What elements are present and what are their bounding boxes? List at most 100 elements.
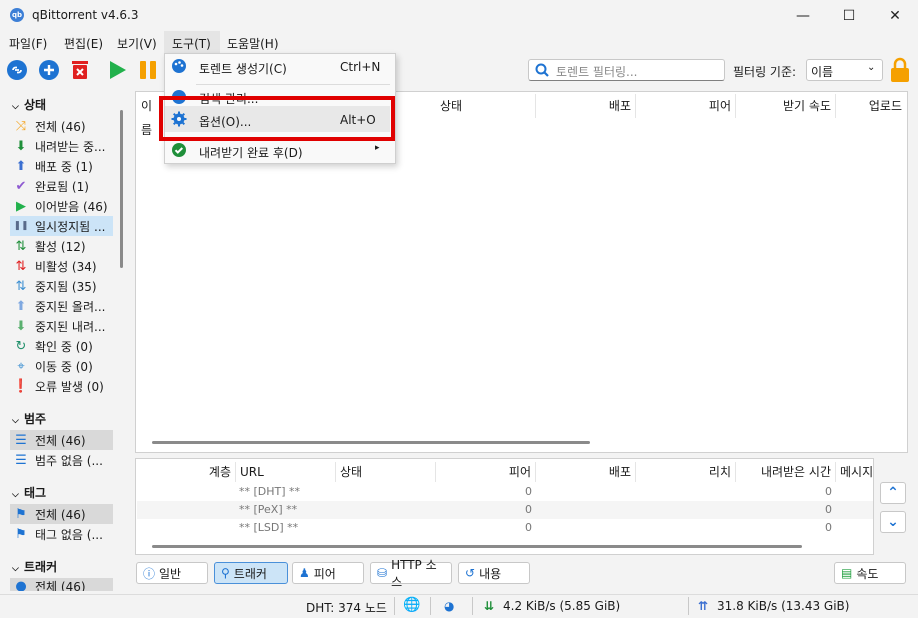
chevron-down-icon: ⌄ xyxy=(887,514,899,530)
trash-icon xyxy=(72,61,88,79)
sidebar-item-status[interactable]: ⌖ 이동 중 (0) xyxy=(10,356,113,376)
tracker-section-header[interactable]: ⌵ 트래커 xyxy=(12,558,57,575)
move-tracker-down-button[interactable]: ⌄ xyxy=(880,511,906,533)
menu-edit[interactable]: 편집(E) xyxy=(64,35,103,52)
sidebar-item-uncategorized[interactable]: ☰ 범주 없음 (... xyxy=(10,450,113,470)
status-section-header[interactable]: ⌵ 상태 xyxy=(12,96,46,113)
sidebar-item-status[interactable]: ⤨ 전체 (46) xyxy=(10,116,113,136)
minimize-button[interactable]: — xyxy=(780,0,826,31)
close-button[interactable]: ✕ xyxy=(872,0,918,31)
sidebar-item-status[interactable]: ⬇ 중지된 내려... xyxy=(10,316,113,336)
column-header-up-speed[interactable]: 업로드 xyxy=(836,94,906,118)
tab-peers[interactable]: ♟ 피어 xyxy=(292,562,364,584)
sidebar-item-status[interactable]: ⬇ 내려받는 중... xyxy=(10,136,113,156)
content-icon: ↺ xyxy=(465,566,476,580)
refresh-icon: ↻ xyxy=(15,338,27,354)
sidebar-item-status[interactable]: ▶ 이어받음 (46) xyxy=(10,196,113,216)
people-icon: ♟ xyxy=(299,566,310,580)
filter-by-value: 이름 xyxy=(811,65,834,79)
move-icon: ⌖ xyxy=(17,358,25,374)
submenu-arrow-icon: ▸ xyxy=(375,143,380,153)
tag-section-header[interactable]: ⌵ 태그 xyxy=(12,484,46,501)
sidebar-item-status[interactable]: ⇅ 활성 (12) xyxy=(10,236,113,256)
chevron-down-icon: ⌄ xyxy=(867,62,876,73)
double-chevron-down-icon: ⬇ xyxy=(15,138,27,154)
sidebar-item-status[interactable]: ⇅ 비활성 (34) xyxy=(10,256,113,276)
menu-view[interactable]: 보기(V) xyxy=(117,35,157,52)
menu-item-shortcut: Ctrl+N xyxy=(340,60,381,74)
plus-icon xyxy=(39,60,59,80)
category-section-header[interactable]: ⌵ 범주 xyxy=(12,410,46,427)
double-chevron-up-icon: ⬆ xyxy=(15,298,27,314)
tracker-col-message[interactable]: 메시지 xyxy=(836,462,873,482)
tracker-col-url[interactable]: URL xyxy=(236,462,336,482)
search-icon xyxy=(535,63,549,77)
sidebar-scrollbar[interactable] xyxy=(120,110,123,268)
tracker-col-tier[interactable]: 계층 xyxy=(137,462,236,482)
tracker-col-leeches[interactable]: 리치 xyxy=(636,462,736,482)
dht-status: DHT: 374 노드 xyxy=(306,601,387,615)
menu-help[interactable]: 도움말(H) xyxy=(227,35,279,52)
delete-torrent-button[interactable] xyxy=(68,58,92,82)
play-icon xyxy=(110,61,126,79)
sidebar-item-untagged[interactable]: ⚑ 태그 없음 (... xyxy=(10,524,113,544)
resume-button[interactable] xyxy=(105,58,129,82)
updown-arrows-icon: ⇅ xyxy=(15,278,27,294)
tracker-col-downloaded[interactable]: 내려받은 시간 xyxy=(736,462,836,482)
connection-globe-icon[interactable]: 🌐 xyxy=(403,597,420,613)
menu-item-label: 토렌트 생성기(C) xyxy=(199,62,287,76)
updown-arrows-icon: ⇅ xyxy=(15,238,27,254)
play-icon: ▶ xyxy=(16,198,26,214)
lock-icon[interactable] xyxy=(889,57,911,83)
move-tracker-up-button[interactable]: ⌃ xyxy=(880,482,906,504)
sidebar-item-category-all[interactable]: ☰ 전체 (46) xyxy=(10,430,113,450)
menu-file[interactable]: 파일(F) xyxy=(9,35,47,52)
tag-icon: ⚑ xyxy=(15,526,27,542)
speed-limit-icon[interactable]: ◕ xyxy=(444,599,454,613)
menu-tools[interactable]: 도구(T) xyxy=(172,35,211,52)
add-link-button[interactable] xyxy=(5,58,29,82)
sidebar-item-status[interactable]: ↻ 확인 중 (0) xyxy=(10,336,113,356)
sidebar-item-status[interactable]: ❚❚ 일시정지됨 ... xyxy=(10,216,113,236)
sidebar-item-status[interactable]: ✔ 완료됨 (1) xyxy=(10,176,113,196)
palette-icon xyxy=(171,58,187,74)
sidebar-item-status[interactable]: ⬆ 배포 중 (1) xyxy=(10,156,113,176)
tag-icon: ⚑ xyxy=(15,506,27,522)
tab-http-sources[interactable]: ⛁ HTTP 소스 xyxy=(370,558,452,589)
database-icon: ⛁ xyxy=(377,566,388,580)
column-header-status[interactable]: 상태 xyxy=(436,94,536,118)
pause-button[interactable] xyxy=(136,58,160,82)
window-title: qBittorrent v4.6.3 xyxy=(32,8,139,22)
tab-trackers[interactable]: ⚲ 트래커 xyxy=(214,562,288,584)
download-speed[interactable]: 4.2 KiB/s (5.85 GiB) xyxy=(503,599,620,613)
double-chevron-down-icon: ⬇ xyxy=(15,318,27,334)
download-arrow-icon: ⇊ xyxy=(484,599,495,613)
pause-icon xyxy=(140,61,156,79)
upload-speed[interactable]: 31.8 KiB/s (13.43 GiB) xyxy=(717,599,849,613)
tracker-col-peers[interactable]: 피어 xyxy=(436,462,536,482)
maximize-button[interactable]: ☐ xyxy=(826,0,872,31)
tracker-row[interactable]: ** [PeX] ** 0 0 xyxy=(137,501,873,519)
sidebar-item-tracker-all[interactable]: ● 전체 (46) xyxy=(10,578,113,591)
tracker-row[interactable]: ** [DHT] ** 0 0 xyxy=(137,483,873,501)
add-torrent-button[interactable] xyxy=(37,58,61,82)
chevron-up-icon: ⌃ xyxy=(887,485,899,501)
speed-button[interactable]: ▤ 속도 xyxy=(834,562,906,584)
column-header-seeds[interactable]: 배포 xyxy=(536,94,636,118)
tab-content[interactable]: ↺ 내용 xyxy=(458,562,530,584)
tracker-col-seeds[interactable]: 배포 xyxy=(536,462,636,482)
sidebar-item-status[interactable]: ⬆ 중지된 올려... xyxy=(10,296,113,316)
tracker-row[interactable]: ** [LSD] ** 0 0 xyxy=(137,519,873,537)
sidebar-item-status[interactable]: ⇅ 중지됨 (35) xyxy=(10,276,113,296)
search-placeholder: 토렌트 필터링... xyxy=(556,65,638,79)
tracker-scrollbar[interactable] xyxy=(152,545,802,548)
column-header-down-speed[interactable]: 받기 속도 xyxy=(736,94,836,118)
tab-general[interactable]: ⓘ 일반 xyxy=(136,562,208,584)
tracker-col-status[interactable]: 상태 xyxy=(336,462,436,482)
torrent-list-scrollbar[interactable] xyxy=(152,441,590,444)
column-header-peers[interactable]: 피어 xyxy=(636,94,736,118)
bar-chart-icon: ▤ xyxy=(841,566,853,580)
sidebar-item-tag-all[interactable]: ⚑ 전체 (46) xyxy=(10,504,113,524)
filter-by-label: 필터링 기준: xyxy=(733,65,797,79)
sidebar-item-status[interactable]: ❗ 오류 발생 (0) xyxy=(10,376,113,396)
